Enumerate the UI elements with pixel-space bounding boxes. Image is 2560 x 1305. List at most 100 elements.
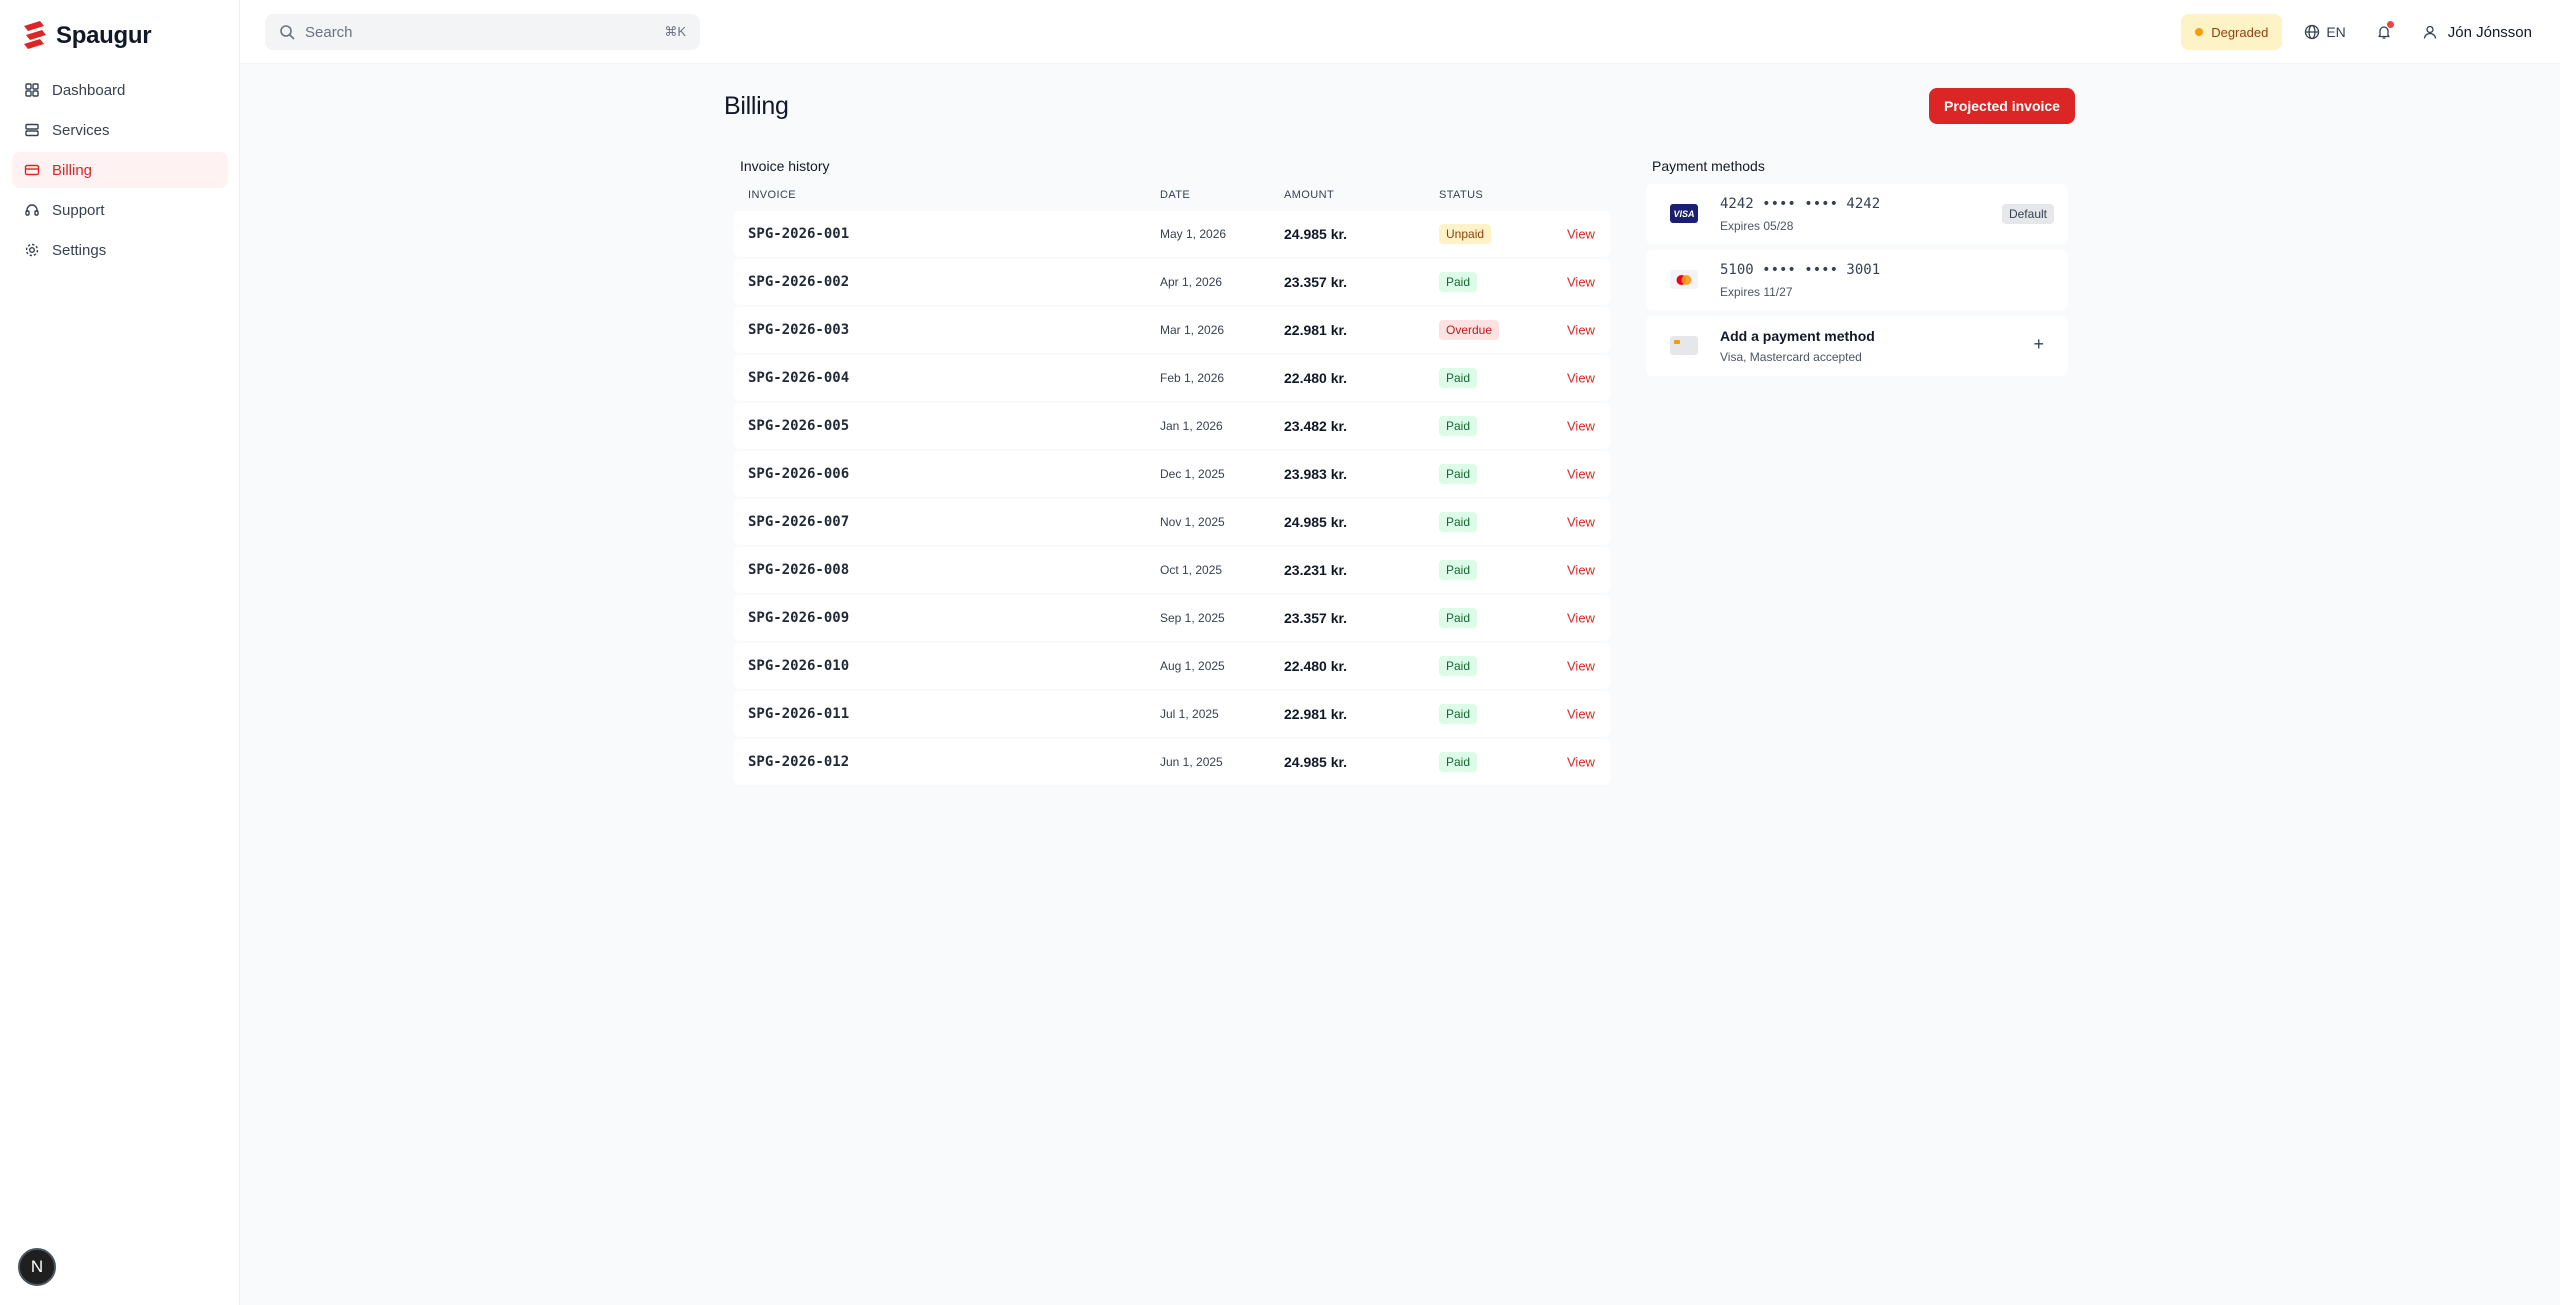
- sidebar-item-label: Settings: [52, 241, 107, 259]
- card-expiry: Expires 05/28: [1720, 219, 1794, 233]
- user-name: Jón Jónsson: [2447, 23, 2532, 41]
- sidebar-item-support[interactable]: Support: [12, 192, 228, 228]
- payment-card-mastercard[interactable]: 5100 •••• •••• 3001 Expires 11/27: [1646, 250, 2068, 310]
- invoice-table: SPG-2026-001 May 1, 2026 24.985 kr. Unpaid V…: [733, 211, 1611, 787]
- invoice-history-title: Invoice history: [740, 158, 830, 174]
- table-row[interactable]: SPG-2026-012 Jun 1, 2025 24.985 kr. Paid Vie…: [733, 739, 1611, 785]
- table-row[interactable]: SPG-2026-009 Sep 1, 2025 23.357 kr. Paid Vie…: [733, 595, 1611, 641]
- card-placeholder-icon: [1670, 336, 1698, 355]
- add-payment-method-button[interactable]: Add a payment method Visa, Mastercard ac…: [1646, 316, 2068, 376]
- table-row[interactable]: SPG-2026-008 Oct 1, 2025 23.231 kr. Paid Vie…: [733, 547, 1611, 593]
- invoice-date: Nov 1, 2025: [1160, 515, 1225, 529]
- add-payment-subtitle: Visa, Mastercard accepted: [1720, 350, 1862, 364]
- invoice-date: Apr 1, 2026: [1160, 275, 1223, 289]
- invoice-id: SPG-2026-005: [748, 418, 850, 434]
- invoice-date: Jan 1, 2026: [1160, 419, 1223, 433]
- sidebar-item-settings[interactable]: Settings: [12, 232, 228, 268]
- sidebar-item-billing[interactable]: Billing: [12, 152, 228, 188]
- invoice-id: SPG-2026-011: [748, 706, 850, 722]
- view-invoice-link[interactable]: View: [1567, 227, 1595, 242]
- invoice-id: SPG-2026-003: [748, 322, 850, 338]
- view-invoice-link[interactable]: View: [1567, 563, 1595, 578]
- invoice-id: SPG-2026-006: [748, 466, 850, 482]
- user-menu[interactable]: Jón Jónsson: [2414, 24, 2540, 41]
- view-invoice-link[interactable]: View: [1567, 323, 1595, 338]
- sidebar-item-label: Support: [52, 201, 105, 219]
- brand-name: Spaugur: [56, 22, 152, 49]
- table-row[interactable]: SPG-2026-003 Mar 1, 2026 22.981 kr. Overdue…: [733, 307, 1611, 353]
- server-icon: [25, 123, 39, 137]
- table-row[interactable]: SPG-2026-005 Jan 1, 2026 23.482 kr. Paid Vie…: [733, 403, 1611, 449]
- invoice-id: SPG-2026-010: [748, 658, 850, 674]
- notification-dot: [2386, 21, 2394, 28]
- invoice-amount: 24.985 kr.: [1284, 754, 1348, 770]
- projected-invoice-button[interactable]: Projected invoice: [1929, 88, 2075, 124]
- invoice-date: Jul 1, 2025: [1160, 707, 1219, 721]
- view-invoice-link[interactable]: View: [1567, 371, 1595, 386]
- search-icon: [280, 25, 295, 40]
- sidebar-item-dashboard[interactable]: Dashboard: [12, 72, 228, 108]
- status-badge: Overdue: [1439, 320, 1500, 340]
- invoice-date: Oct 1, 2025: [1160, 563, 1223, 577]
- grid-icon: [25, 83, 39, 97]
- status-badge: Paid: [1439, 752, 1478, 772]
- view-invoice-link[interactable]: View: [1567, 611, 1595, 626]
- default-badge: Default: [2001, 204, 2054, 224]
- search-placeholder: Search: [305, 23, 353, 41]
- avatar[interactable]: N: [18, 1248, 56, 1286]
- system-status-badge[interactable]: Degraded: [2181, 14, 2283, 50]
- status-badge: Paid: [1439, 272, 1478, 292]
- sidebar-item-label: Services: [52, 121, 110, 139]
- view-invoice-link[interactable]: View: [1567, 707, 1595, 722]
- payment-card-visa[interactable]: VISA 4242 •••• •••• 4242 Expires 05/28 D…: [1646, 184, 2068, 244]
- table-row[interactable]: SPG-2026-007 Nov 1, 2025 24.985 kr. Paid Vie…: [733, 499, 1611, 545]
- invoice-date: Aug 1, 2025: [1160, 659, 1225, 673]
- invoice-amount: 22.480 kr.: [1284, 370, 1348, 386]
- mastercard-icon: [1670, 270, 1698, 289]
- invoice-id: SPG-2026-012: [748, 754, 850, 770]
- invoice-amount: 23.357 kr.: [1284, 610, 1348, 626]
- table-row[interactable]: SPG-2026-004 Feb 1, 2026 22.480 kr. Paid Vie…: [733, 355, 1611, 401]
- search-input[interactable]: Search ⌘K: [265, 14, 700, 50]
- card-number: 5100 •••• •••• 3001: [1720, 262, 1881, 278]
- invoice-date: Jun 1, 2025: [1160, 755, 1223, 769]
- status-badge: Paid: [1439, 368, 1478, 388]
- invoice-id: SPG-2026-007: [748, 514, 850, 530]
- view-invoice-link[interactable]: View: [1567, 467, 1595, 482]
- status-badge: Paid: [1439, 608, 1478, 628]
- brand-logo[interactable]: Spaugur: [20, 20, 152, 52]
- status-badge: Paid: [1439, 704, 1478, 724]
- invoice-id: SPG-2026-004: [748, 370, 850, 386]
- language-switcher[interactable]: EN: [2296, 24, 2353, 40]
- sidebar: Spaugur Dashboard Services Billing Support S…: [0, 0, 240, 1305]
- invoice-amount: 23.357 kr.: [1284, 274, 1348, 290]
- invoice-amount: 24.985 kr.: [1284, 514, 1348, 530]
- column-header-status: STATUS: [1439, 189, 1484, 201]
- table-row[interactable]: SPG-2026-002 Apr 1, 2026 23.357 kr. Paid Vie…: [733, 259, 1611, 305]
- globe-icon: [2305, 24, 2320, 40]
- sidebar-item-label: Billing: [52, 161, 93, 179]
- invoice-id: SPG-2026-001: [748, 226, 850, 242]
- topbar: Search ⌘K Degraded EN Jón Jónsson: [240, 0, 2560, 64]
- view-invoice-link[interactable]: View: [1567, 419, 1595, 434]
- status-badge: Paid: [1439, 464, 1478, 484]
- notifications-button[interactable]: [2368, 16, 2400, 48]
- invoice-amount: 22.981 kr.: [1284, 322, 1348, 338]
- column-header-invoice: INVOICE: [748, 189, 797, 201]
- table-row[interactable]: SPG-2026-010 Aug 1, 2025 22.480 kr. Paid Vie…: [733, 643, 1611, 689]
- view-invoice-link[interactable]: View: [1567, 275, 1595, 290]
- invoice-amount: 23.482 kr.: [1284, 418, 1348, 434]
- status-badge: Paid: [1439, 656, 1478, 676]
- table-row[interactable]: SPG-2026-006 Dec 1, 2025 23.983 kr. Paid Vie…: [733, 451, 1611, 497]
- status-badge: Unpaid: [1439, 224, 1492, 244]
- status-dot-icon: [2195, 28, 2204, 36]
- view-invoice-link[interactable]: View: [1567, 515, 1595, 530]
- view-invoice-link[interactable]: View: [1567, 755, 1595, 770]
- invoice-amount: 24.985 kr.: [1284, 226, 1348, 242]
- card-expiry: Expires 11/27: [1720, 285, 1793, 299]
- invoice-amount: 22.981 kr.: [1284, 706, 1348, 722]
- view-invoice-link[interactable]: View: [1567, 659, 1595, 674]
- sidebar-item-services[interactable]: Services: [12, 112, 228, 148]
- table-row[interactable]: SPG-2026-011 Jul 1, 2025 22.981 kr. Paid Vie…: [733, 691, 1611, 737]
- table-row[interactable]: SPG-2026-001 May 1, 2026 24.985 kr. Unpaid V…: [733, 211, 1611, 257]
